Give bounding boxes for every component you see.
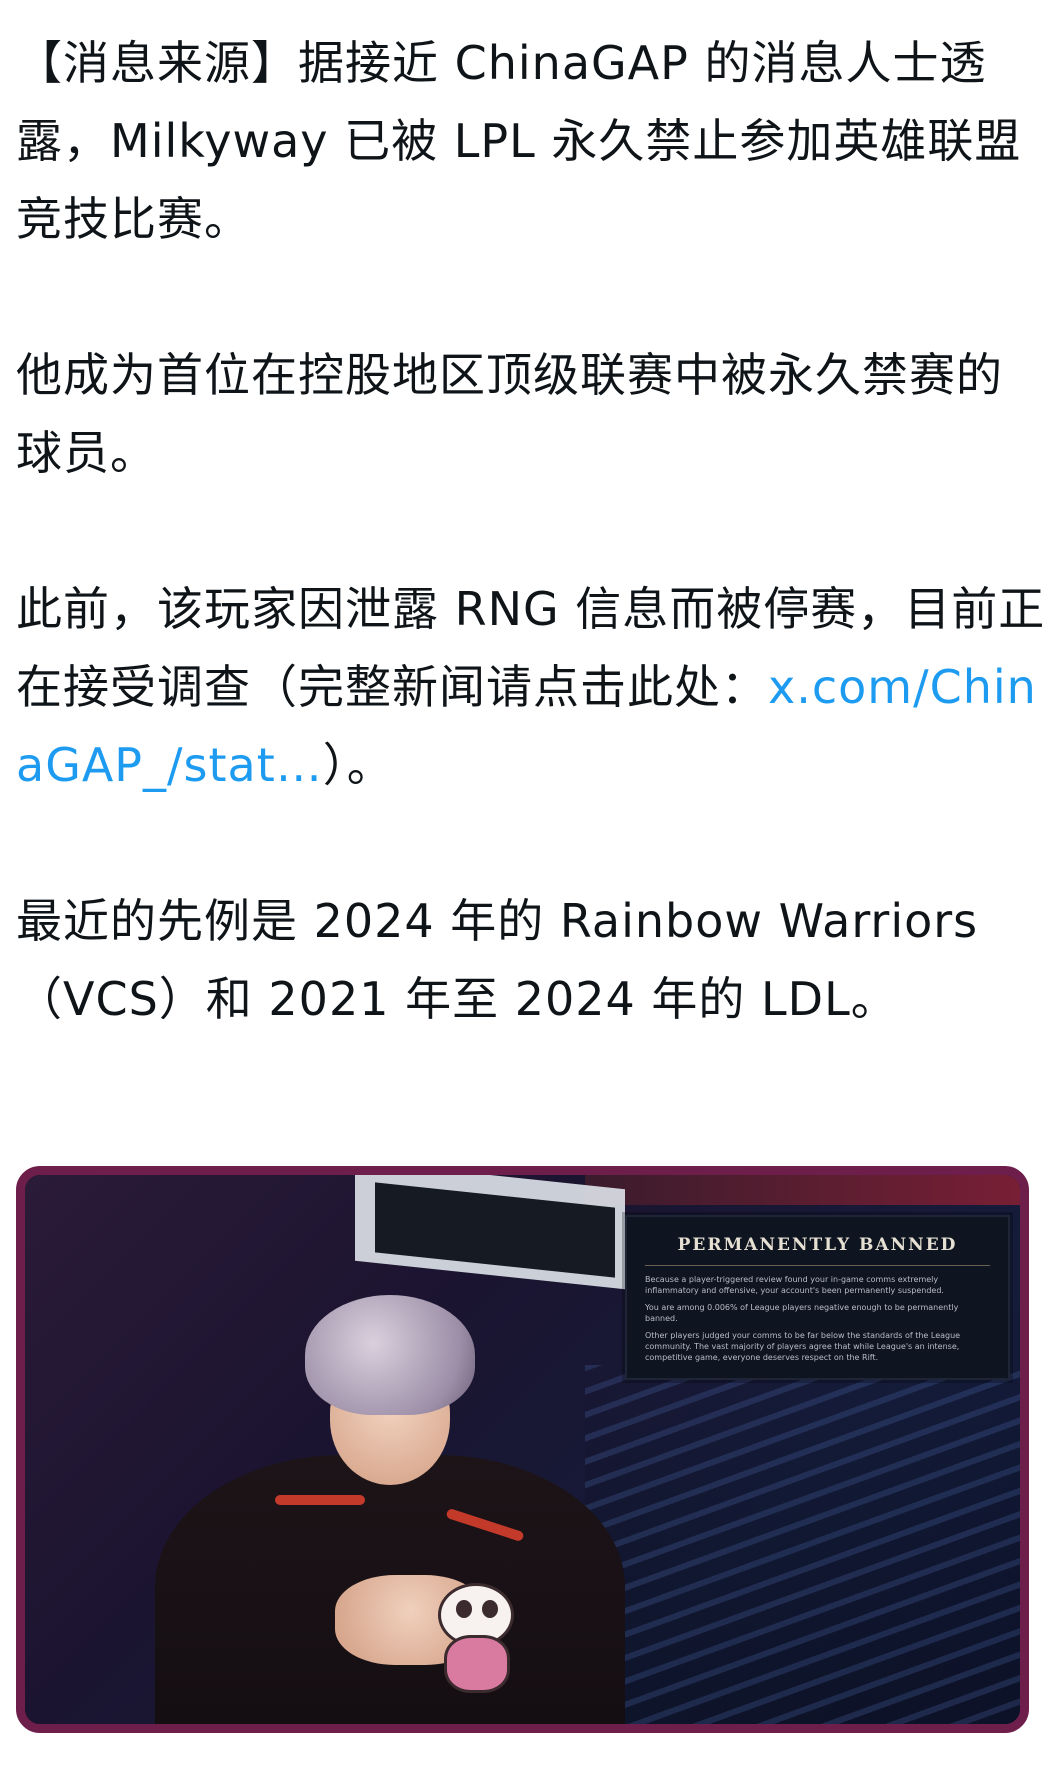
media-card[interactable]: PERMANENTLY BANNED Because a player-trig… [16, 1166, 1029, 1733]
panda-eye-left [456, 1600, 472, 1618]
player-figure [115, 1245, 675, 1724]
post-paragraph-source: 【消息来源】据接近 ChinaGAP 的消息人士透露，Milkyway 已被 L… [16, 36, 1022, 246]
post-paragraph-precedent: 最近的先例是 2024 年的 Rainbow Warriors（VCS）和 20… [16, 894, 979, 1026]
panda-body [444, 1635, 510, 1693]
panda-mascot-icon [420, 1575, 525, 1695]
post-body: 【消息来源】据接近 ChinaGAP 的消息人士透露，Milkyway 已被 L… [16, 24, 1046, 1038]
banner-line: You are among 0.006% of League players n… [645, 1303, 959, 1323]
player-photo[interactable]: PERMANENTLY BANNED Because a player-trig… [25, 1175, 1020, 1724]
banner-line: Other players judged your comms to be fa… [645, 1331, 961, 1362]
player-hair [305, 1295, 475, 1415]
banner-line: Because a player-triggered review found … [645, 1275, 944, 1295]
panda-eye-right [482, 1600, 498, 1618]
banner-divider [645, 1265, 990, 1266]
post-paragraph-first-ban: 他成为首位在控股地区顶级联赛中被永久禁赛的球员。 [16, 348, 1003, 480]
permanently-banned-overlay: PERMANENTLY BANNED Because a player-trig… [625, 1215, 1010, 1380]
banner-title: PERMANENTLY BANNED [677, 1235, 958, 1255]
stage-screen [585, 1175, 1020, 1205]
jacket-stripe [275, 1495, 365, 1505]
post-paragraph-previous: 此前，该玩家因泄露 RNG 信息而被停赛，目前正在接受调查（完整新闻请点击此处：… [16, 570, 1046, 804]
post-text-after-link: ）。 [322, 738, 394, 792]
